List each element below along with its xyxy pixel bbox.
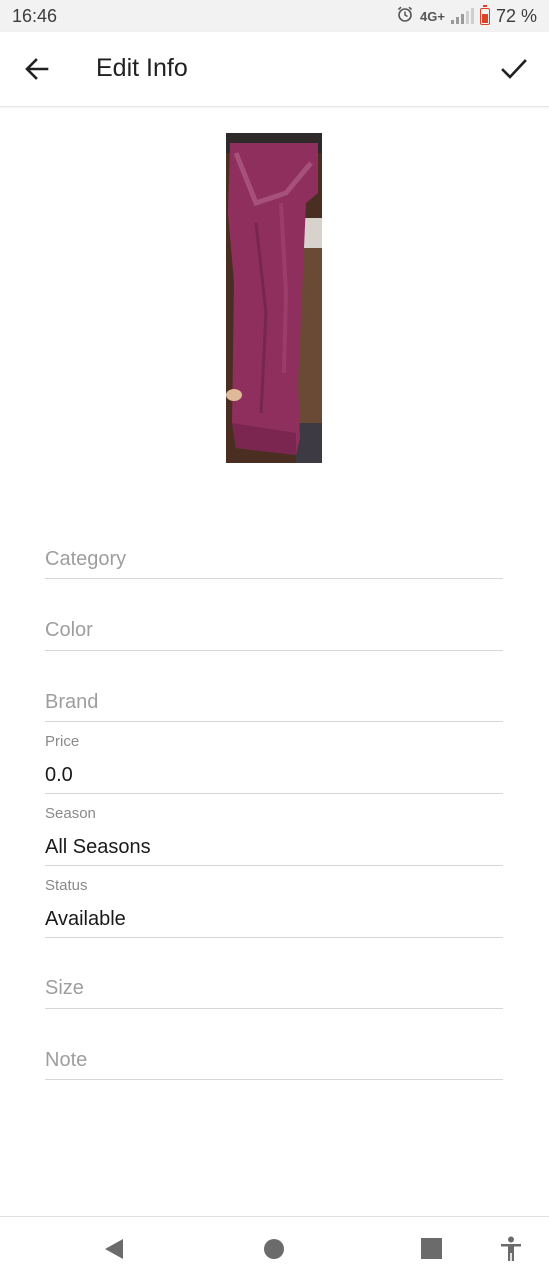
note-field[interactable]: Note xyxy=(45,1041,503,1080)
color-placeholder: Color xyxy=(45,619,93,641)
color-field[interactable]: Color xyxy=(45,611,503,651)
back-button[interactable] xyxy=(22,54,52,84)
note-placeholder: Note xyxy=(45,1049,88,1071)
back-triangle-icon xyxy=(105,1239,123,1259)
season-label: Season xyxy=(45,805,96,822)
status-value: Available xyxy=(45,908,126,930)
status-field[interactable]: Status Available xyxy=(45,875,503,938)
recents-square-icon xyxy=(421,1238,442,1259)
season-value: All Seasons xyxy=(45,836,151,858)
size-field[interactable]: Size xyxy=(45,969,503,1009)
check-icon xyxy=(501,59,527,79)
status-label: Status xyxy=(45,877,88,894)
signal-icon xyxy=(450,8,474,24)
app-bar: Edit Info xyxy=(0,32,549,107)
category-field[interactable]: Category xyxy=(45,540,503,579)
system-accessibility-button[interactable] xyxy=(499,1236,523,1267)
network-type: 4G+ xyxy=(420,8,445,24)
home-circle-icon xyxy=(264,1239,284,1259)
system-recents-button[interactable] xyxy=(421,1238,442,1264)
brand-placeholder: Brand xyxy=(45,691,99,713)
alarm-icon xyxy=(396,5,414,28)
status-time: 16:46 xyxy=(12,5,58,26)
item-photo[interactable] xyxy=(226,133,322,463)
price-field[interactable]: Price 0.0 xyxy=(45,731,503,794)
season-field[interactable]: Season All Seasons xyxy=(45,803,503,866)
system-nav-bar xyxy=(0,1216,549,1281)
page-title: Edit Info xyxy=(96,54,188,82)
system-back-button[interactable] xyxy=(103,1237,125,1266)
save-button[interactable] xyxy=(499,54,529,84)
category-placeholder: Category xyxy=(45,548,127,570)
status-icons: 4G+ 72 % xyxy=(396,4,537,28)
battery-percent: 72 % xyxy=(495,5,537,26)
system-home-button[interactable] xyxy=(263,1238,285,1265)
price-value: 0.0 xyxy=(45,764,73,786)
size-placeholder: Size xyxy=(45,977,84,999)
arrow-left-icon xyxy=(25,58,49,80)
price-label: Price xyxy=(45,733,80,750)
brand-field[interactable]: Brand xyxy=(45,683,503,722)
battery-icon xyxy=(479,4,490,25)
status-bar: 16:46 4G+ 72 % xyxy=(0,0,549,32)
accessibility-icon xyxy=(501,1236,521,1261)
